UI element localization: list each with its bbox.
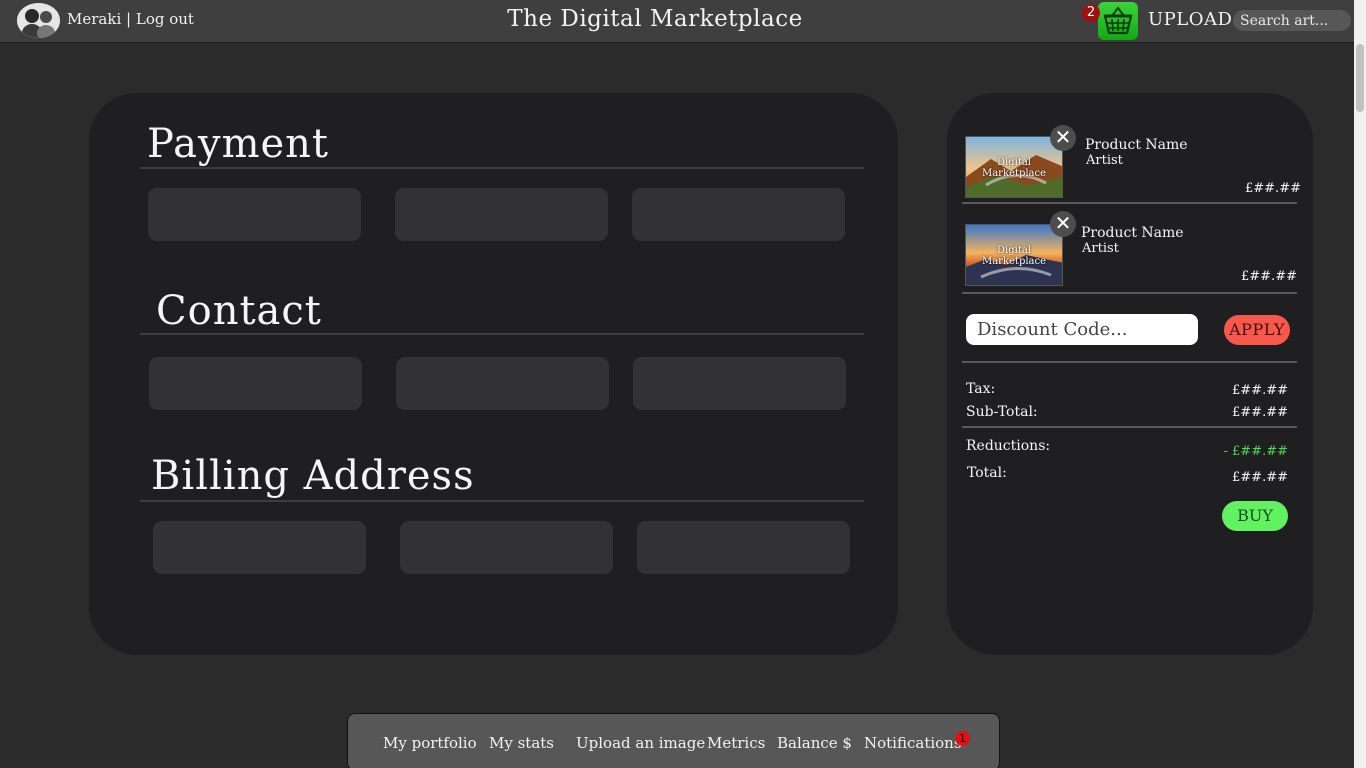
contact-field-1[interactable] xyxy=(149,357,362,410)
subtotal-label: Sub-Total: xyxy=(966,404,1038,420)
tax-value: £##.## xyxy=(1232,383,1288,398)
total-value: £##.## xyxy=(1232,470,1288,485)
billing-divider xyxy=(140,500,864,502)
buy-button[interactable]: BUY xyxy=(1222,501,1288,531)
apply-discount-button[interactable]: APPLY xyxy=(1224,315,1290,345)
product-name: Product Name xyxy=(1085,137,1188,153)
notification-count-badge: 1 xyxy=(955,731,970,746)
product-price: £##.## xyxy=(1241,269,1297,284)
payment-heading: Payment xyxy=(147,121,329,167)
product-price: £##.## xyxy=(1245,181,1301,196)
totals-divider xyxy=(962,426,1297,428)
bottom-navigation: My portfolio My stats Upload an image Me… xyxy=(347,713,1000,768)
upload-link[interactable]: UPLOAD xyxy=(1148,9,1232,30)
remove-item-button[interactable]: ✕ xyxy=(1050,125,1076,151)
nav-my-stats[interactable]: My stats xyxy=(489,734,554,752)
thumbnail-watermark: Digital Marketplace xyxy=(981,157,1047,179)
nav-notifications[interactable]: Notifications xyxy=(864,734,962,752)
product-artist: Artist xyxy=(1086,153,1123,168)
close-icon: ✕ xyxy=(1054,125,1072,149)
contact-field-2[interactable] xyxy=(396,357,609,410)
billing-field-3[interactable] xyxy=(637,521,850,574)
thumbnail-watermark: Digital Marketplace xyxy=(981,245,1047,267)
cart-summary-panel: Digital Marketplace ✕ Product Name Artis… xyxy=(947,93,1313,655)
reductions-value: - £##.## xyxy=(1223,444,1289,459)
close-icon: ✕ xyxy=(1054,211,1072,235)
contact-heading: Contact xyxy=(156,288,322,334)
search-input[interactable] xyxy=(1233,10,1351,31)
cart-item: Digital Marketplace ✕ Product Name Artis… xyxy=(962,123,1301,211)
billing-field-1[interactable] xyxy=(153,521,366,574)
nav-metrics[interactable]: Metrics xyxy=(707,734,765,752)
nav-upload-image[interactable]: Upload an image xyxy=(576,734,705,752)
subtotal-value: £##.## xyxy=(1232,405,1288,420)
cart-count-badge: 2 xyxy=(1082,4,1100,22)
payment-field-3[interactable] xyxy=(632,188,845,241)
nav-balance[interactable]: Balance $ xyxy=(777,734,852,752)
contact-divider xyxy=(140,333,864,335)
page-scrollbar[interactable] xyxy=(1354,0,1366,768)
product-artist: Artist xyxy=(1082,241,1119,256)
remove-item-button[interactable]: ✕ xyxy=(1050,211,1076,237)
cart-item: Digital Marketplace ✕ Product Name Artis… xyxy=(962,211,1297,299)
nav-my-portfolio[interactable]: My portfolio xyxy=(383,734,477,752)
cart-button[interactable]: 2 xyxy=(1082,2,1140,40)
discount-code-input[interactable] xyxy=(966,314,1198,345)
contact-field-3[interactable] xyxy=(633,357,846,410)
payment-field-1[interactable] xyxy=(148,188,361,241)
top-bar: Meraki | Log out The Digital Marketplace… xyxy=(0,0,1354,43)
payment-field-2[interactable] xyxy=(395,188,608,241)
product-thumbnail[interactable]: Digital Marketplace xyxy=(965,136,1063,198)
scrollbar-thumb[interactable] xyxy=(1356,44,1364,112)
total-label: Total: xyxy=(967,465,1007,481)
item-divider xyxy=(962,292,1297,294)
reductions-label: Reductions: xyxy=(966,438,1051,454)
payment-divider xyxy=(140,167,864,169)
billing-address-heading: Billing Address xyxy=(151,453,475,499)
checkout-form-panel: Payment Contact Billing Address xyxy=(89,93,898,655)
tax-label: Tax: xyxy=(966,381,996,397)
basket-icon[interactable] xyxy=(1098,2,1138,40)
discount-divider xyxy=(962,361,1297,363)
billing-field-2[interactable] xyxy=(400,521,613,574)
product-thumbnail[interactable]: Digital Marketplace xyxy=(965,224,1063,286)
product-name: Product Name xyxy=(1081,225,1184,241)
item-divider xyxy=(962,202,1297,204)
